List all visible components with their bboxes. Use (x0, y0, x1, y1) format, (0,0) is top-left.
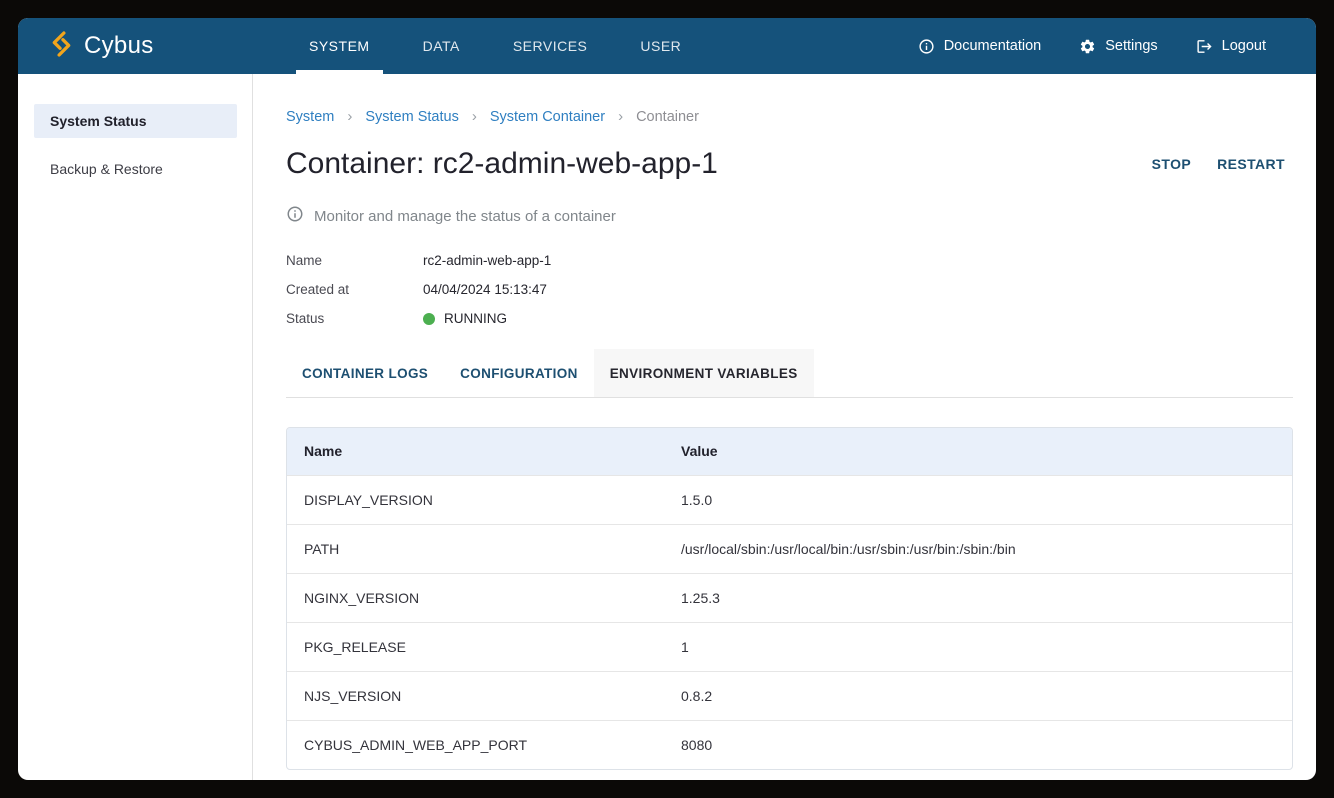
sidebar-item-label: Backup & Restore (50, 161, 163, 177)
env-var-value: 1.25.3 (664, 573, 1292, 622)
app-window: Cybus SYSTEM DATA SERVICES USER (18, 18, 1316, 780)
breadcrumb-separator: › (347, 108, 352, 125)
restart-button[interactable]: RESTART (1217, 156, 1285, 172)
navbar-actions: Documentation Settings Logout (918, 18, 1316, 74)
status-badge: RUNNING (444, 311, 507, 326)
env-var-value: 0.8.2 (664, 671, 1292, 720)
table-row: NJS_VERSION 0.8.2 (287, 671, 1292, 720)
table-header-row: Name Value (287, 428, 1292, 475)
info-icon (286, 205, 304, 227)
status-running-dot (423, 313, 435, 325)
breadcrumb-link-system-status[interactable]: System Status (365, 109, 458, 125)
breadcrumb-link-system-container[interactable]: System Container (490, 109, 605, 125)
container-details: Name rc2-admin-web-app-1 Created at 04/0… (286, 246, 1293, 333)
page-subtitle: Monitor and manage the status of a conta… (314, 208, 616, 225)
breadcrumb-separator: › (472, 108, 477, 125)
column-header-name: Name (287, 428, 664, 475)
env-var-value: /usr/local/sbin:/usr/local/bin:/usr/sbin… (664, 524, 1292, 573)
logout-icon (1196, 38, 1213, 55)
nav-tab-label: SYSTEM (309, 38, 370, 54)
documentation-label: Documentation (944, 38, 1042, 54)
detail-label: Status (286, 311, 423, 326)
env-var-name: PATH (287, 524, 664, 573)
gear-icon (1079, 38, 1096, 55)
detail-row-created-at: Created at 04/04/2024 15:13:47 (286, 275, 1293, 304)
logout-button[interactable]: Logout (1196, 38, 1266, 55)
breadcrumb-link-system[interactable]: System (286, 109, 334, 125)
env-var-name: PKG_RELEASE (287, 622, 664, 671)
env-var-value: 1 (664, 622, 1292, 671)
sidebar-item-label: System Status (50, 113, 146, 129)
breadcrumb-separator: › (618, 108, 623, 125)
status-value: RUNNING (423, 311, 507, 326)
detail-row-status: Status RUNNING (286, 304, 1293, 333)
breadcrumb-current-container: Container (636, 109, 699, 125)
nav-tab-data[interactable]: DATA (410, 18, 473, 74)
detail-tabs: CONTAINER LOGS CONFIGURATION ENVIRONMENT… (286, 349, 1293, 398)
table-row: PKG_RELEASE 1 (287, 622, 1292, 671)
nav-tab-label: DATA (423, 38, 460, 54)
table-row: PATH /usr/local/sbin:/usr/local/bin:/usr… (287, 524, 1292, 573)
detail-value: 04/04/2024 15:13:47 (423, 282, 547, 297)
env-var-value: 1.5.0 (664, 475, 1292, 524)
env-var-name: DISPLAY_VERSION (287, 475, 664, 524)
nav-tab-label: SERVICES (513, 38, 588, 54)
nav-tab-user[interactable]: USER (627, 18, 694, 74)
logout-label: Logout (1222, 38, 1266, 54)
detail-label: Created at (286, 282, 423, 297)
cybus-logo[interactable]: Cybus (18, 18, 296, 74)
page-subtitle-row: Monitor and manage the status of a conta… (286, 205, 1293, 227)
breadcrumb: System › System Status › System Containe… (286, 108, 1293, 125)
cybus-logo-icon (50, 31, 73, 62)
settings-button[interactable]: Settings (1079, 38, 1157, 55)
page-title: Container: rc2-admin-web-app-1 (286, 147, 718, 181)
sidebar-item-backup-restore[interactable]: Backup & Restore (34, 152, 237, 186)
nav-tab-services[interactable]: SERVICES (500, 18, 601, 74)
top-navbar: Cybus SYSTEM DATA SERVICES USER (18, 18, 1316, 74)
info-icon (918, 38, 935, 55)
table-row: DISPLAY_VERSION 1.5.0 (287, 475, 1292, 524)
primary-nav: SYSTEM DATA SERVICES USER (296, 18, 721, 74)
tab-environment-variables[interactable]: ENVIRONMENT VARIABLES (594, 349, 814, 397)
stop-button[interactable]: STOP (1152, 156, 1191, 172)
column-header-value: Value (664, 428, 1292, 475)
documentation-button[interactable]: Documentation (918, 38, 1042, 55)
tab-label: ENVIRONMENT VARIABLES (610, 366, 798, 381)
tab-configuration[interactable]: CONFIGURATION (444, 349, 594, 397)
detail-value: rc2-admin-web-app-1 (423, 253, 551, 268)
sidebar-item-system-status[interactable]: System Status (34, 104, 237, 138)
table-row: NGINX_VERSION 1.25.3 (287, 573, 1292, 622)
nav-tab-system[interactable]: SYSTEM (296, 18, 383, 74)
nav-tab-label: USER (640, 38, 681, 54)
tab-label: CONFIGURATION (460, 366, 578, 381)
environment-variables-table: Name Value DISPLAY_VERSION 1.5.0 PATH /u… (286, 427, 1293, 770)
env-var-name: CYBUS_ADMIN_WEB_APP_PORT (287, 720, 664, 769)
tab-container-logs[interactable]: CONTAINER LOGS (286, 349, 444, 397)
logo-text: Cybus (84, 32, 154, 60)
container-actions: STOP RESTART (1152, 156, 1293, 172)
main-content: System › System Status › System Containe… (253, 74, 1316, 780)
table-row: CYBUS_ADMIN_WEB_APP_PORT 8080 (287, 720, 1292, 769)
detail-label: Name (286, 253, 423, 268)
env-var-name: NJS_VERSION (287, 671, 664, 720)
env-var-name: NGINX_VERSION (287, 573, 664, 622)
settings-label: Settings (1105, 38, 1157, 54)
tab-label: CONTAINER LOGS (302, 366, 428, 381)
env-var-value: 8080 (664, 720, 1292, 769)
detail-row-name: Name rc2-admin-web-app-1 (286, 246, 1293, 275)
sidebar: System Status Backup & Restore (18, 74, 253, 780)
